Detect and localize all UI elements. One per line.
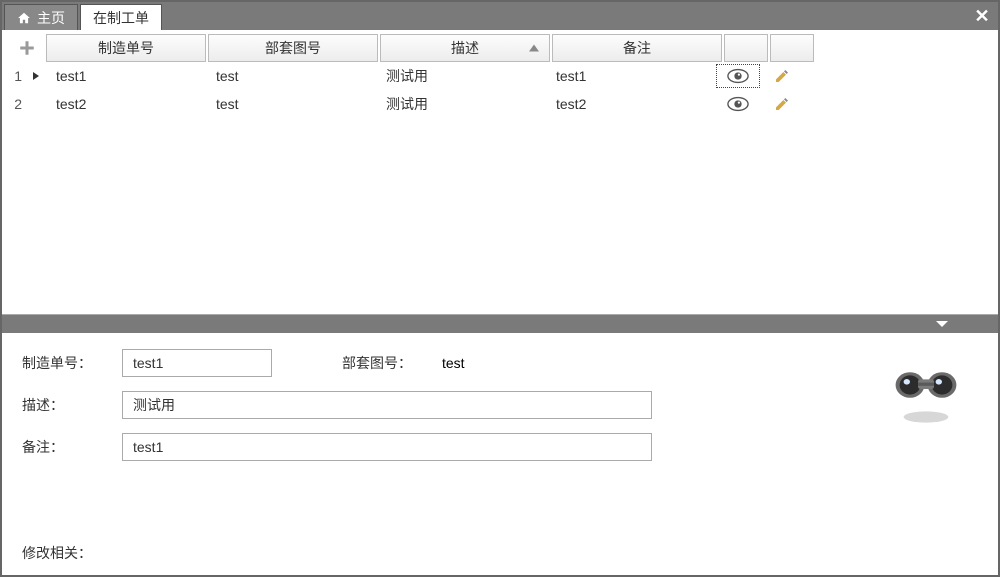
row-pointer-icon: [26, 71, 46, 81]
cell-part-no: test: [206, 96, 376, 112]
detail-panel: 制造单号： 部套图号： test 描述： 备注： 修改相关：: [2, 333, 998, 577]
label-part-no: 部套图号：: [342, 353, 432, 373]
panel-divider[interactable]: [2, 315, 998, 333]
view-button[interactable]: [716, 96, 760, 112]
table-row[interactable]: 1 test1 test 测试用 test1: [2, 62, 998, 90]
cell-description: 测试用: [376, 66, 546, 86]
label-manufacture-no: 制造单号：: [22, 353, 112, 373]
label-modify-related: 修改相关：: [22, 543, 92, 563]
tab-workorder[interactable]: 在制工单: [80, 4, 162, 30]
col-label: 制造单号: [98, 38, 154, 58]
column-header-remark[interactable]: 备注: [552, 34, 722, 62]
column-header-description[interactable]: 描述: [380, 34, 550, 62]
add-row-button[interactable]: [8, 34, 46, 62]
cell-remark: test2: [546, 96, 716, 112]
tab-bar: 主页 在制工单 ✕: [2, 2, 998, 30]
tab-home[interactable]: 主页: [4, 4, 78, 30]
cell-part-no: test: [206, 68, 376, 84]
form-row-remark: 备注：: [22, 433, 978, 461]
col-label: 部套图号: [265, 38, 321, 58]
form-row-description: 描述：: [22, 391, 978, 419]
view-button[interactable]: [716, 64, 760, 88]
grid-header-row: 制造单号 部套图号 描述 备注: [2, 30, 998, 62]
grid-area: 制造单号 部套图号 描述 备注 1 test1 test 测试用 test1 2: [2, 30, 998, 315]
close-button[interactable]: ✕: [972, 6, 992, 26]
tab-home-label: 主页: [37, 8, 65, 28]
row-number: 2: [8, 96, 26, 112]
edit-button[interactable]: [760, 96, 804, 112]
column-header-part-no[interactable]: 部套图号: [208, 34, 378, 62]
cell-manufacture-no: test2: [46, 96, 206, 112]
home-icon: [17, 11, 31, 25]
input-manufacture-no[interactable]: [122, 349, 272, 377]
col-label: 描述: [451, 38, 479, 58]
cell-manufacture-no: test1: [46, 68, 206, 84]
value-part-no: test: [442, 355, 465, 371]
input-description[interactable]: [122, 391, 652, 419]
cell-description: 测试用: [376, 94, 546, 114]
column-header-view: [724, 34, 768, 62]
cell-remark: test1: [546, 68, 716, 84]
column-header-edit: [770, 34, 814, 62]
form-row-manufacture-no: 制造单号： 部套图号： test: [22, 349, 978, 377]
table-row[interactable]: 2 test2 test 测试用 test2: [2, 90, 998, 118]
column-header-manufacture-no[interactable]: 制造单号: [46, 34, 206, 62]
input-remark[interactable]: [122, 433, 652, 461]
edit-button[interactable]: [760, 68, 804, 84]
col-label: 备注: [623, 38, 651, 58]
row-number: 1: [8, 68, 26, 84]
label-description: 描述：: [22, 395, 112, 415]
search-binoculars-button[interactable]: [886, 349, 966, 429]
tab-workorder-label: 在制工单: [93, 8, 149, 28]
label-remark: 备注：: [22, 437, 112, 457]
